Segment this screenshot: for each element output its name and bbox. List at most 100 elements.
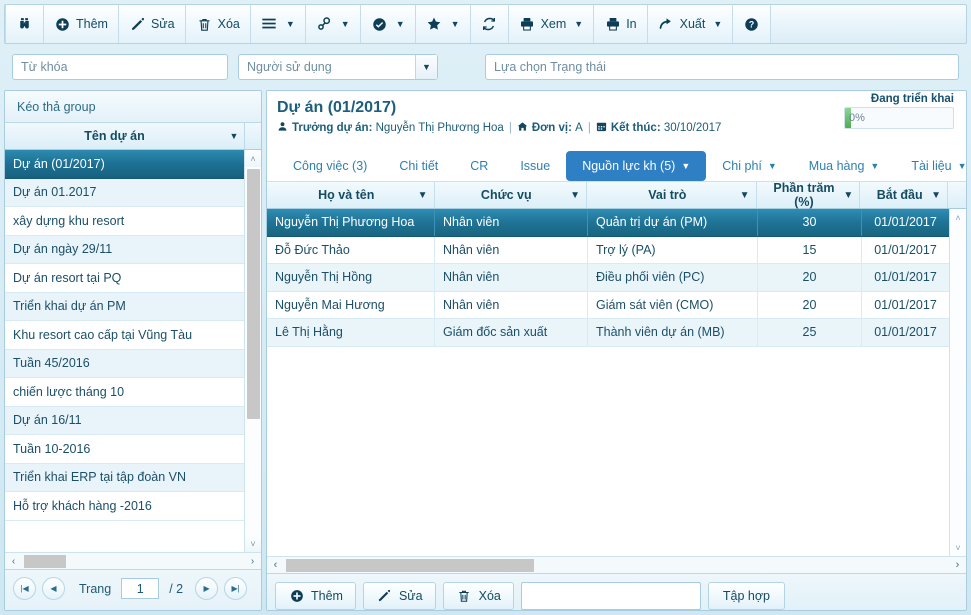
status-select[interactable]: Lựa chọn Trạng thái [485, 54, 959, 80]
toolbar-button-edit[interactable]: Sửa [118, 5, 186, 43]
grid-vscrollbar[interactable]: ˄ ˅ [949, 209, 966, 556]
table-cell-percent: 20 [758, 291, 862, 318]
printer-icon [604, 16, 621, 33]
toolbar-button-add[interactable]: Thêm [44, 5, 119, 43]
toolbar-button-favorite[interactable]: ▼ [415, 5, 471, 43]
search-input-placeholder: Từ khóa [21, 60, 68, 74]
table-cell-name: Nguyễn Thị Phương Hoa [267, 209, 435, 236]
grid-column-header[interactable]: Phần trăm (%) ▼ [757, 181, 861, 209]
tab-7[interactable]: Tài liệu ▼ [895, 151, 966, 181]
search-input[interactable]: Từ khóa [12, 54, 228, 80]
tab-0[interactable]: Công việc (3) [277, 151, 383, 181]
tab-5[interactable]: Chi phí ▼ [706, 151, 793, 181]
filter-icon[interactable]: ▼ [837, 190, 859, 201]
toolbar-button-export[interactable]: Xuất ▼ [647, 5, 734, 43]
chevron-down-icon: ▼ [681, 161, 691, 171]
scroll-left-icon[interactable]: ‹ [267, 559, 284, 571]
table-cell-role: Thành viên dự án (MB) [588, 319, 758, 346]
toolbar-button-preview[interactable]: Xem ▼ [508, 5, 595, 43]
last-page-button[interactable]: ▶| [224, 577, 248, 600]
table-row[interactable]: Nguyễn Thị Phương Hoa Nhân viên Quản trị d… [267, 209, 966, 237]
scroll-right-icon[interactable]: › [949, 559, 966, 571]
chevron-down-icon[interactable]: ▼ [415, 55, 437, 79]
add-resource-button[interactable]: Thêm [275, 581, 356, 610]
tab-4[interactable]: Nguồn lực kh (5) ▼ [566, 151, 707, 181]
user-select[interactable]: Người sử dụng ▼ [238, 54, 438, 80]
project-list-item[interactable]: Dự án resort tại PQ [5, 264, 246, 293]
project-list-item[interactable]: chiến lược tháng 10 [5, 378, 246, 407]
table-row[interactable]: Nguyễn Thị Hồng Nhân viên Điều phối viên (… [267, 264, 966, 292]
filter-icon[interactable]: ▼ [925, 190, 947, 201]
toolbar-button-search[interactable] [5, 5, 44, 43]
filter-icon[interactable]: ▼ [564, 190, 586, 201]
hscroll-thumb[interactable] [24, 554, 66, 568]
grid-column-header[interactable]: Họ và tên ▼ [267, 182, 435, 208]
scroll-down-icon[interactable]: ˅ [950, 539, 966, 556]
filter-icon[interactable]: ▼ [412, 190, 434, 201]
project-list-item[interactable]: xây dựng khu resort [5, 207, 246, 236]
grid-hscrollbar[interactable]: ‹ › [267, 556, 966, 573]
first-page-button[interactable]: |◀ [13, 577, 36, 600]
scroll-up-icon[interactable]: ˄ [950, 209, 966, 226]
tab-3[interactable]: Issue [504, 151, 566, 181]
project-list-item[interactable]: Dự án (01/2017) [5, 150, 246, 179]
toolbar-button-refresh[interactable] [470, 5, 509, 43]
project-list-item[interactable]: Hỗ trợ khách hàng -2016 [5, 492, 246, 521]
delete-resource-label: Xóa [478, 588, 501, 603]
project-list-item[interactable]: Triển khai dự án PM [5, 292, 246, 321]
aggregate-button[interactable]: Tập hợp [707, 581, 785, 610]
project-list-item-label: Hỗ trợ khách hàng -2016 [13, 498, 152, 513]
project-list-item[interactable]: Dự án ngày 29/11 [5, 235, 246, 264]
chevron-down-icon: ▼ [713, 18, 723, 29]
tab-6[interactable]: Mua hàng ▼ [793, 151, 896, 181]
resource-grid: Họ và tên ▼ Chức vụ ▼ Vai trò ▼ Phần trăm (%) ▼… [267, 181, 966, 556]
grid-column-label: Vai trò [648, 188, 687, 202]
table-cell-role: Trợ lý (PA) [588, 236, 758, 263]
export-arrow-icon [658, 16, 675, 33]
tab-2[interactable]: CR [454, 151, 504, 181]
end-date-label: Kết thúc: [610, 122, 661, 134]
grid-column-header[interactable]: Bắt đầu ▼ [860, 182, 949, 208]
table-cell-percent: 25 [758, 319, 862, 346]
plus-circle-icon [288, 587, 305, 604]
table-row[interactable]: Lê Thị Hằng Giám đốc sản xuất Thành viên d… [267, 319, 966, 347]
chevron-down-icon[interactable]: ▼ [224, 131, 244, 141]
project-list-item[interactable]: Dự án 01.2017 [5, 178, 246, 207]
prev-page-button[interactable]: ◀ [42, 577, 65, 600]
toolbar-button-delete[interactable]: Xóa [185, 5, 251, 43]
table-row[interactable]: Nguyễn Mai Hương Nhân viên Giám sát viên (… [267, 291, 966, 319]
grid-column-header[interactable]: Vai trò ▼ [587, 182, 757, 208]
project-list-vscrollbar[interactable]: ˄ ˅ [244, 150, 261, 552]
resource-text-input[interactable] [520, 581, 701, 610]
project-list-hscrollbar[interactable]: ‹ › [5, 552, 261, 569]
delete-resource-button[interactable]: Xóa [442, 581, 514, 610]
toolbar-button-help[interactable]: ? [733, 5, 772, 43]
scroll-right-icon[interactable]: › [244, 556, 261, 567]
project-list-item[interactable]: Tuần 45/2016 [5, 349, 246, 378]
toolbar-button-approve[interactable]: ▼ [360, 5, 416, 43]
filter-icon[interactable]: ▼ [734, 190, 756, 201]
scroll-left-icon[interactable]: ‹ [5, 556, 22, 567]
project-list-item[interactable]: Khu resort cao cấp tại Vũng Tàu [5, 321, 246, 350]
toolbar-button-print[interactable]: In [594, 5, 648, 43]
toolbar-button-link[interactable]: ▼ [305, 5, 361, 43]
project-list-item[interactable]: Dự án 16/11 [5, 406, 246, 435]
hscroll-track[interactable] [22, 554, 244, 568]
scroll-down-icon[interactable]: ˅ [245, 535, 261, 552]
group-drop-area[interactable]: Kéo thả group [5, 91, 261, 123]
table-cell-position: Nhân viên [435, 291, 588, 318]
edit-resource-button[interactable]: Sửa [362, 581, 436, 610]
page-number-input[interactable]: 1 [121, 578, 160, 599]
tab-1[interactable]: Chi tiết [383, 151, 454, 181]
grid-column-header[interactable]: Chức vụ ▼ [435, 182, 588, 208]
grid-hscroll-track[interactable] [284, 558, 949, 572]
grid-hscroll-thumb[interactable] [286, 558, 534, 572]
table-cell-role: Điều phối viên (PC) [588, 264, 758, 291]
scroll-up-icon[interactable]: ˄ [245, 150, 261, 167]
next-page-button[interactable]: ▶ [195, 577, 219, 600]
vscroll-thumb[interactable] [247, 169, 260, 419]
toolbar-button-menu[interactable]: ▼ [250, 5, 306, 43]
project-list-item[interactable]: Tuần 10-2016 [5, 435, 246, 464]
project-list-item[interactable]: Triển khai ERP tại tập đoàn VN [5, 463, 246, 492]
table-row[interactable]: Đỗ Đức Thảo Nhân viên Trợ lý (PA) 15 01/01/2… [267, 236, 966, 264]
